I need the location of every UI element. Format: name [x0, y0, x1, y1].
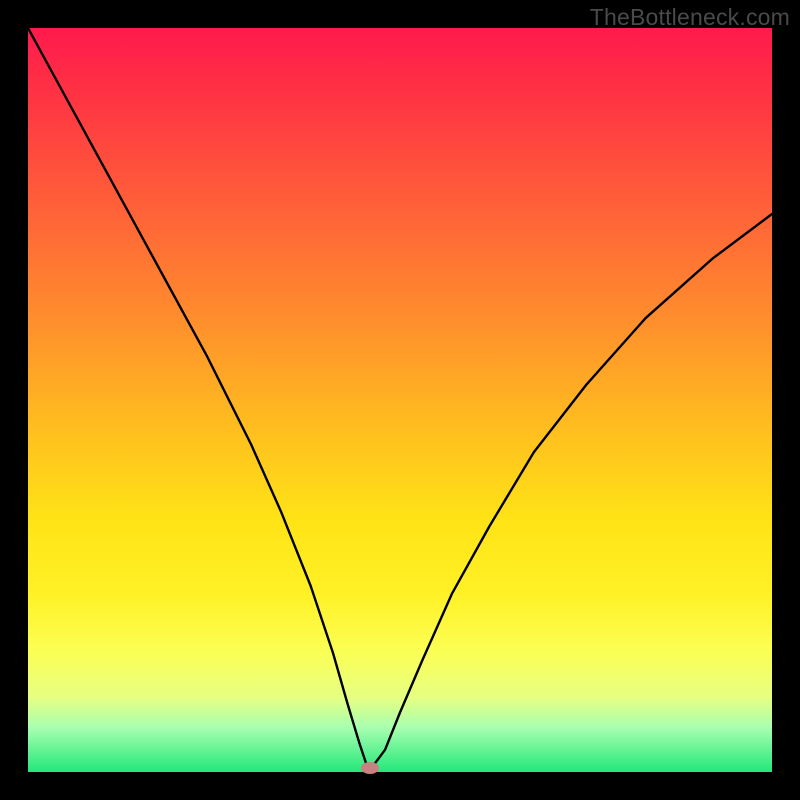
minimum-marker [361, 762, 379, 774]
chart-frame: TheBottleneck.com [0, 0, 800, 800]
watermark-text: TheBottleneck.com [590, 4, 790, 31]
plot-area [28, 28, 772, 772]
bottleneck-curve [28, 28, 772, 772]
